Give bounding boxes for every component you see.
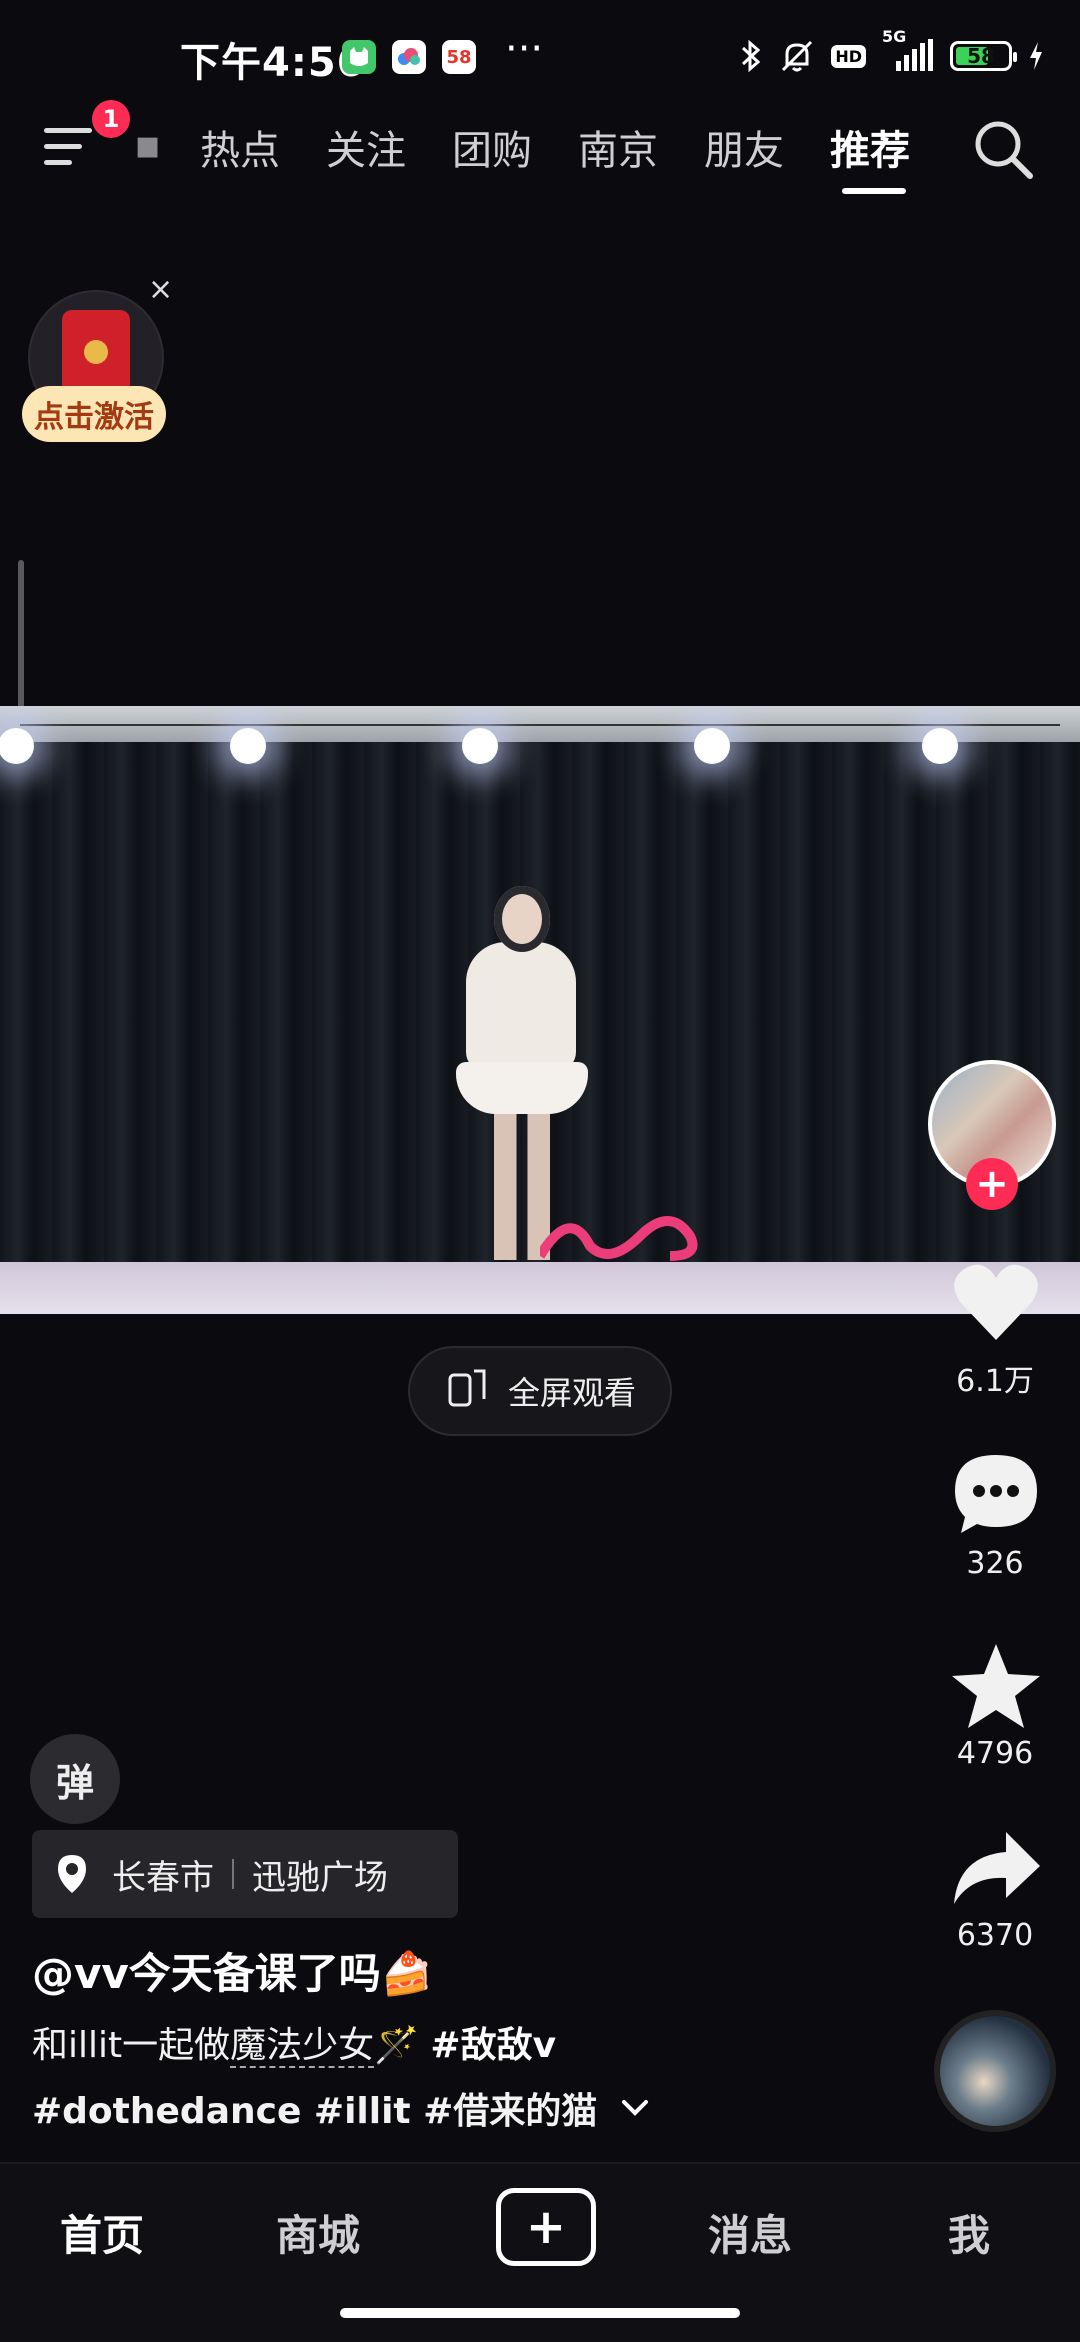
fullscreen-label: 全屏观看	[507, 1374, 636, 1412]
description-emoji: 🪄	[374, 2025, 419, 2066]
video-player[interactable]	[0, 706, 1080, 1314]
hashtag-link[interactable]: #敌敌v	[430, 2025, 556, 2066]
expand-description-icon[interactable]	[620, 2098, 650, 2122]
red-envelope-icon	[62, 310, 130, 396]
rotate-screen-icon	[444, 1363, 492, 1419]
like-count: 6.1万	[956, 1364, 1034, 1399]
fullscreen-button[interactable]: 全屏观看	[408, 1346, 672, 1436]
tab-group-buy[interactable]: 团购	[452, 118, 532, 176]
nav-me[interactable]: 我	[948, 2202, 990, 2263]
charging-icon	[1028, 42, 1044, 70]
nav-home[interactable]: 首页	[60, 2202, 144, 2263]
battery-icon: 58	[950, 41, 1017, 71]
top-nav	[0, 110, 1080, 210]
location-chip[interactable]: 长春市 迅驰广场	[32, 1830, 458, 1918]
nav-messages[interactable]: 消息	[708, 2202, 792, 2263]
description-keyword-link[interactable]: 魔法少女	[230, 2025, 375, 2068]
red-packet-activate-button[interactable]: 点击激活	[22, 386, 166, 442]
status-right-group: HD 5G 58	[739, 27, 1044, 78]
scroll-indicator	[18, 560, 24, 710]
cat-app-icon	[342, 40, 376, 74]
hashtag-line[interactable]: #dothedance #illit #借来的猫	[32, 2082, 597, 2134]
comment-count: 326	[966, 1546, 1024, 1581]
music-disc[interactable]	[934, 2010, 1056, 2132]
nav-mall[interactable]: 商城	[276, 2202, 360, 2263]
favorite-star-icon[interactable]	[946, 1636, 1046, 1736]
hd-icon: HD	[831, 44, 866, 68]
mute-bell-icon	[779, 38, 815, 74]
share-count: 6370	[956, 1918, 1034, 1953]
status-time: 下午4:56	[180, 40, 366, 86]
tab-partial-left[interactable]: ▪	[134, 122, 158, 170]
bluetooth-icon	[739, 38, 763, 74]
follow-button[interactable]: +	[966, 1158, 1018, 1210]
tab-friends[interactable]: 朋友	[704, 118, 784, 176]
danmu-toggle-button[interactable]: 弹	[30, 1734, 120, 1824]
location-pin-icon	[56, 1853, 88, 1895]
tab-hot[interactable]: 热点	[200, 118, 280, 176]
author-name[interactable]: @vv今天备课了吗🍰	[32, 1940, 433, 2001]
menu-icon[interactable]	[44, 122, 100, 172]
home-indicator	[340, 2308, 740, 2318]
cloud-app-icon	[392, 40, 426, 74]
share-arrow-icon[interactable]	[946, 1818, 1046, 1918]
location-divider	[232, 1859, 234, 1889]
favorite-count: 4796	[956, 1736, 1034, 1771]
tab-recommend[interactable]: 推荐	[830, 118, 910, 176]
description-text: 和illit一起做	[32, 2025, 231, 2066]
active-tab-indicator	[842, 188, 906, 194]
like-heart-icon[interactable]	[946, 1252, 1046, 1352]
58-app-icon: 58	[442, 40, 476, 74]
description-line-1: 和illit一起做魔法少女🪄 #敌敌v	[32, 2016, 556, 2068]
comment-icon[interactable]	[946, 1444, 1046, 1544]
tab-nanjing[interactable]: 南京	[578, 118, 658, 176]
location-city: 长春市	[112, 1857, 214, 1898]
signal-icon: 5G	[882, 27, 934, 73]
red-packet-close-icon[interactable]: ×	[148, 272, 173, 307]
menu-notification-badge: 1	[92, 100, 130, 138]
create-post-button[interactable]: +	[496, 2188, 596, 2266]
status-more-icon: ···	[505, 26, 544, 72]
location-place: 迅驰广场	[252, 1857, 388, 1898]
search-icon[interactable]	[970, 116, 1036, 182]
tab-following[interactable]: 关注	[326, 118, 406, 176]
